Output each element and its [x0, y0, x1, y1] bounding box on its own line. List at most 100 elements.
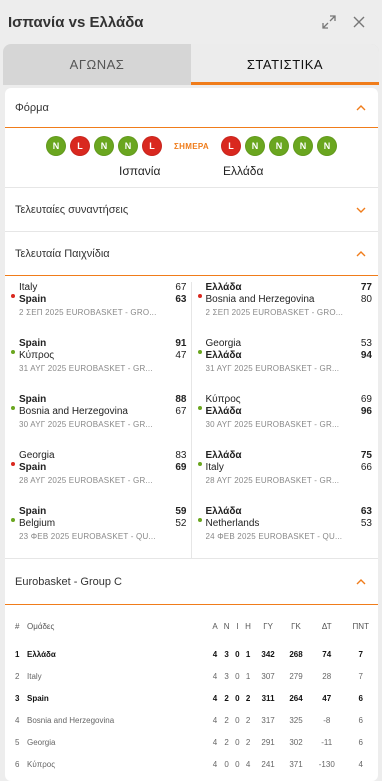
- team-score: 63: [360, 506, 372, 517]
- game-item[interactable]: Κύπρος 69 Ελλάδα 96 30 ΑΥΓ 2025 EUROBASKET -…: [197, 394, 373, 450]
- column-header: #: [15, 621, 20, 631]
- game-item[interactable]: Spain 88 Bosnia and Herzegovina 67 30 ΑΥΓ 20…: [11, 394, 187, 450]
- team-name: Italy: [19, 282, 38, 293]
- table-cell: Κύπρος: [27, 759, 56, 769]
- standings-section-header[interactable]: Eurobasket - Group C: [5, 559, 378, 605]
- form-result-badge: N: [316, 136, 337, 156]
- win-dot: [11, 518, 15, 522]
- win-dot: [197, 518, 202, 522]
- h2h-section-header[interactable]: Τελευταίες συναντήσεις: [5, 188, 378, 232]
- game-item[interactable]: Ελλάδα 63 Netherlands 53 24 ΦΕΒ 2025 EUROBAS…: [197, 506, 373, 562]
- game-item[interactable]: Ελλάδα 75 Italy 66 28 ΑΥΓ 2025 EUROBASKET - …: [197, 450, 373, 506]
- game-line: Ελλάδα 96: [206, 406, 373, 418]
- home-team-name: Ισπανία: [119, 164, 161, 178]
- game-line: Spain 59: [19, 506, 187, 518]
- table-row[interactable]: 2 Italy 4 3 0 1 307 279 28 7: [5, 665, 378, 687]
- last-games: Italy 67 Spain 63 2 ΣΕΠ 2025 EUROBASKET - GR…: [5, 276, 378, 559]
- game-item[interactable]: Georgia 83 Spain 69 28 ΑΥΓ 2025 EUROBASKET -…: [11, 450, 187, 506]
- team-score: 47: [175, 350, 187, 361]
- table-cell: 47: [322, 693, 332, 703]
- table-cell: 4: [212, 715, 218, 725]
- game-line: Italy 66: [206, 462, 373, 474]
- form-result-badge: N: [94, 136, 115, 156]
- table-row[interactable]: 5 Georgia 4 2 0 2 291 302 -11 6: [5, 731, 378, 753]
- game-item[interactable]: Georgia 53 Ελλάδα 94 31 ΑΥΓ 2025 EUROBASKET …: [197, 338, 373, 394]
- game-line: Κύπρος 69: [206, 394, 373, 406]
- team-name: Belgium: [19, 518, 56, 529]
- team-score: 96: [360, 406, 372, 417]
- form-result-badge: N: [268, 136, 289, 156]
- table-cell: 4: [15, 715, 20, 725]
- table-row[interactable]: 3 Spain 4 2 0 2 311 264 47 6: [5, 687, 378, 709]
- form-results-row: NLNNL ΣΗΜΕΡΑ LNNNN: [5, 136, 378, 156]
- table-cell: Bosnia and Herzegovina: [27, 715, 115, 725]
- game-item[interactable]: Spain 91 Κύπρος 47 31 ΑΥΓ 2025 EUROBASKET - …: [11, 338, 187, 394]
- form-section-header[interactable]: Φόρμα: [5, 88, 378, 128]
- last-games-section-header[interactable]: Τελευταία Παιχνίδια: [5, 232, 378, 276]
- close-icon[interactable]: [344, 7, 374, 37]
- game-meta: 28 ΑΥΓ 2025 EUROBASKET - GR...: [19, 476, 153, 485]
- table-cell: 317: [261, 715, 275, 725]
- tab-statistics[interactable]: ΣΤΑΤΙΣΤΙΚΑ: [191, 44, 379, 85]
- table-cell: 279: [289, 671, 303, 681]
- table-row[interactable]: 1 Ελλάδα 4 3 0 1 342 268 74 7: [5, 643, 378, 665]
- table-cell: 6: [15, 759, 20, 769]
- table-cell: 6: [358, 715, 363, 725]
- team-name: Georgia: [19, 450, 55, 461]
- table-cell: 2: [224, 715, 229, 725]
- standings-body: 1 Ελλάδα 4 3 0 1 342 268 74 7 2 Italy 4 3 0 1 307 279 28 7 3…: [5, 643, 378, 775]
- team-score: 53: [360, 338, 372, 349]
- team-score: 69: [175, 462, 187, 473]
- team-name: Spain: [19, 506, 47, 517]
- team-score: 52: [175, 518, 187, 529]
- team-name: Bosnia and Herzegovina: [19, 406, 128, 417]
- table-cell: 74: [322, 649, 332, 659]
- table-row[interactable]: 4 Bosnia and Herzegovina 4 2 0 2 317 325 -8 6: [5, 709, 378, 731]
- team-name: Ελλάδα: [205, 506, 242, 517]
- game-line: Ελλάδα 77: [206, 282, 373, 294]
- statistics-panel: Φόρμα NLNNL ΣΗΜΕΡΑ LNNNN Ισπανία Ελλάδα …: [5, 88, 378, 781]
- game-item[interactable]: Italy 67 Spain 63 2 ΣΕΠ 2025 EUROBASKET - GR…: [11, 282, 187, 338]
- chevron-down-icon[interactable]: [354, 203, 368, 217]
- table-row[interactable]: 6 Κύπρος 4 0 0 4 241 371 -130 4: [5, 753, 378, 775]
- table-cell: Ελλάδα: [27, 649, 56, 659]
- loss-dot: [197, 294, 202, 298]
- chevron-up-icon[interactable]: [354, 575, 368, 589]
- game-line: Bosnia and Herzegovina 80: [206, 294, 373, 306]
- game-line: Spain 88: [19, 394, 187, 406]
- team-score: 91: [175, 338, 187, 349]
- standings-table: # Ομάδες Α Ν Ι Η ΓΥ ΓΚ ΔΤ ΠΝΤ 1 Ελλάδα 4 3 0 1 342 268 74…: [5, 609, 378, 775]
- column-header: ΓΚ: [291, 621, 301, 631]
- table-cell: 1: [15, 649, 20, 659]
- table-cell: 2: [224, 693, 229, 703]
- chevron-up-icon[interactable]: [354, 101, 368, 115]
- form-result-badge: N: [244, 136, 265, 156]
- column-header: ΓΥ: [263, 621, 273, 631]
- column-header: ΔΤ: [321, 621, 332, 631]
- table-cell: 2: [245, 737, 251, 747]
- table-cell: -11: [321, 737, 333, 747]
- expand-icon[interactable]: [314, 7, 344, 37]
- table-cell: 6: [358, 693, 363, 703]
- table-cell: 241: [261, 759, 275, 769]
- table-cell: 307: [261, 671, 275, 681]
- standings-section-label: Eurobasket - Group C: [15, 575, 122, 588]
- team-score: 69: [360, 394, 372, 405]
- table-cell: 311: [261, 693, 275, 703]
- chevron-up-icon[interactable]: [354, 247, 368, 261]
- tab-match[interactable]: ΑΓΩΝΑΣ: [3, 44, 191, 85]
- team-score: 94: [360, 350, 372, 361]
- game-line: Ελλάδα 94: [206, 350, 373, 362]
- team-score: 77: [360, 282, 372, 293]
- form-result-badge: L: [142, 136, 163, 156]
- table-cell: 371: [289, 759, 303, 769]
- game-item[interactable]: Ελλάδα 77 Bosnia and Herzegovina 80 2 ΣΕΠ 20…: [197, 282, 373, 338]
- team-name: Spain: [19, 462, 47, 473]
- game-item[interactable]: Spain 59 Belgium 52 23 ΦΕΒ 2025 EUROBASKET -…: [11, 506, 187, 562]
- table-cell: 6: [358, 737, 363, 747]
- table-cell: 264: [289, 693, 303, 703]
- table-cell: 0: [235, 671, 240, 681]
- game-line: Ελλάδα 63: [206, 506, 373, 518]
- column-header: Ν: [223, 621, 230, 631]
- team-score: 83: [175, 450, 187, 461]
